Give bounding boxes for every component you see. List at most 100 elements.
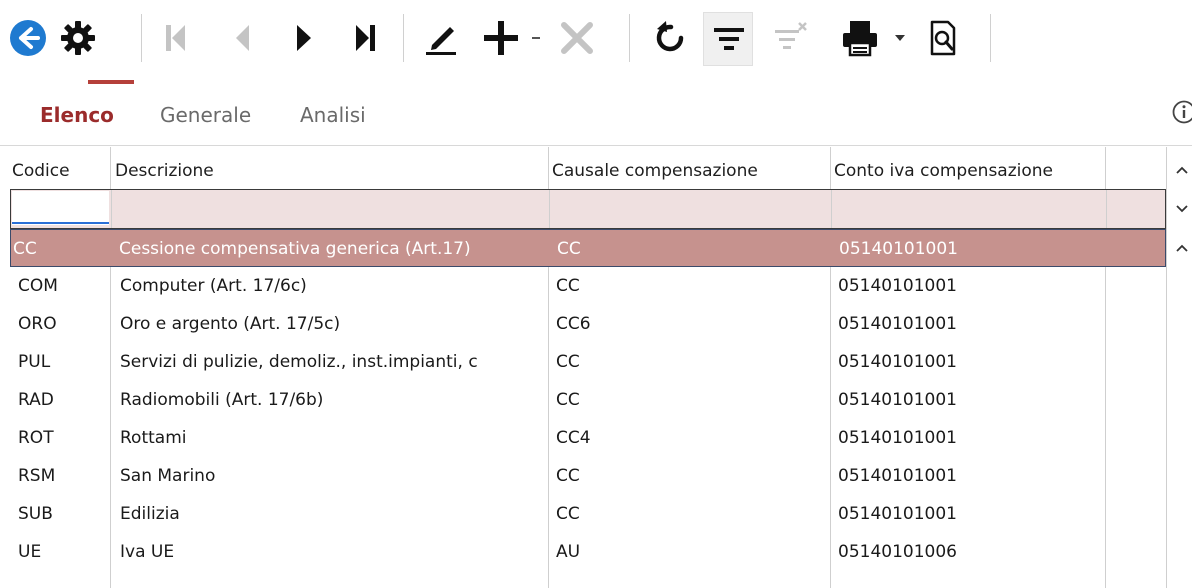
back-icon xyxy=(10,20,46,56)
cell-descrizione: Radiomobili (Art. 17/6b) xyxy=(120,390,324,410)
column-divider xyxy=(111,190,112,228)
add-dropdown-button[interactable] xyxy=(528,14,544,62)
cell-causale: CC xyxy=(556,466,580,486)
sort-up-icon[interactable] xyxy=(1172,159,1192,181)
cell-conto: 05140101001 xyxy=(838,314,957,334)
table-row[interactable]: RSM San Marino CC 05140101001 xyxy=(10,457,1166,495)
cell-codice: CC xyxy=(13,239,37,259)
cell-descrizione: Iva UE xyxy=(120,542,175,562)
refresh-button[interactable] xyxy=(648,14,694,62)
cell-codice: UE xyxy=(18,542,42,562)
toolbar-separator xyxy=(629,14,630,62)
tab-elenco[interactable]: Elenco xyxy=(40,103,114,127)
add-dropdown-icon xyxy=(532,37,540,39)
scroll-up-icon[interactable] xyxy=(1172,237,1192,259)
filter-button[interactable] xyxy=(706,14,752,62)
column-header-descrizione[interactable]: Descrizione xyxy=(115,161,214,181)
cell-codice: COM xyxy=(18,276,58,296)
cell-codice: RAD xyxy=(18,390,54,410)
cell-causale: AU xyxy=(556,542,581,562)
clear-filter-button[interactable] xyxy=(768,14,814,62)
first-record-button[interactable] xyxy=(156,14,196,62)
filter-input-cursor xyxy=(12,222,109,224)
cell-codice: ORO xyxy=(18,314,57,334)
cell-conto: 05140101001 xyxy=(839,239,958,259)
column-header-causale-compensazione[interactable]: Causale compensazione xyxy=(552,161,758,181)
toolbar xyxy=(0,0,1192,84)
cell-conto: 05140101001 xyxy=(838,428,957,448)
table-row[interactable]: ORO Oro e argento (Art. 17/5c) CC6 05140… xyxy=(10,305,1166,343)
print-button[interactable] xyxy=(836,14,884,62)
data-grid: Codice Descrizione Causale compensazione… xyxy=(0,147,1192,588)
cell-causale: CC xyxy=(557,239,581,259)
edit-icon xyxy=(426,27,456,55)
cell-causale: CC xyxy=(556,352,580,372)
cell-conto: 05140101001 xyxy=(838,504,957,524)
filter-codice-input[interactable] xyxy=(12,191,109,225)
next-record-button[interactable] xyxy=(284,14,324,62)
settings-button[interactable] xyxy=(56,14,100,62)
cell-descrizione: Cessione compensativa generica (Art.17) xyxy=(119,239,471,259)
next-record-icon xyxy=(297,25,311,51)
cell-codice: PUL xyxy=(18,352,51,372)
print-icon xyxy=(843,21,877,57)
previous-record-icon xyxy=(236,25,249,51)
tab-generale[interactable]: Generale xyxy=(160,103,251,127)
cell-conto: 05140101001 xyxy=(838,352,957,372)
filter-icon xyxy=(714,28,744,50)
print-dropdown-icon xyxy=(895,35,905,41)
delete-button[interactable] xyxy=(554,14,600,62)
cell-descrizione: San Marino xyxy=(120,466,216,486)
cell-descrizione: Servizi di pulizie, demoliz., inst.impia… xyxy=(120,352,478,372)
sort-down-icon[interactable] xyxy=(1172,197,1192,219)
table-row[interactable]: UE Iva UE AU 05140101006 xyxy=(10,533,1166,571)
tab-bar: Elenco Generale Analisi xyxy=(0,84,1192,146)
column-header-codice[interactable]: Codice xyxy=(12,161,70,181)
table-row[interactable]: ROT Rottami CC4 05140101001 xyxy=(10,419,1166,457)
table-row[interactable]: PUL Servizi di pulizie, demoliz., inst.i… xyxy=(10,343,1166,381)
clear-filter-icon xyxy=(775,22,807,49)
print-preview-button[interactable] xyxy=(920,14,966,62)
cell-codice: SUB xyxy=(18,504,53,524)
cell-causale: CC xyxy=(556,504,580,524)
toolbar-separator xyxy=(403,14,404,62)
last-record-icon xyxy=(356,25,375,51)
cell-descrizione: Computer (Art. 17/6c) xyxy=(120,276,307,296)
cell-codice: ROT xyxy=(18,428,54,448)
column-divider xyxy=(1166,147,1167,588)
toolbar-separator xyxy=(141,14,142,62)
delete-icon xyxy=(561,22,593,54)
print-dropdown-button[interactable] xyxy=(892,14,908,62)
filter-conto-input[interactable] xyxy=(833,190,1106,228)
cell-conto: 05140101006 xyxy=(838,542,957,562)
column-divider xyxy=(831,190,832,228)
table-row[interactable]: COM Computer (Art. 17/6c) CC 05140101001 xyxy=(10,267,1166,305)
column-header-conto-iva-compensazione[interactable]: Conto iva compensazione xyxy=(834,161,1053,181)
filter-causale-input[interactable] xyxy=(551,190,831,228)
filter-row xyxy=(10,189,1166,229)
cell-causale: CC xyxy=(556,276,580,296)
cell-codice: RSM xyxy=(18,466,56,486)
tab-analisi[interactable]: Analisi xyxy=(300,103,366,127)
gear-icon xyxy=(61,21,95,55)
cell-conto: 05140101001 xyxy=(838,276,957,296)
previous-record-button[interactable] xyxy=(222,14,262,62)
last-record-button[interactable] xyxy=(346,14,386,62)
table-row[interactable]: CC Cessione compensativa generica (Art.1… xyxy=(10,229,1166,267)
column-divider xyxy=(1106,190,1107,228)
column-divider xyxy=(549,190,550,228)
cell-causale: CC xyxy=(556,390,580,410)
edit-button[interactable] xyxy=(418,14,464,62)
add-button[interactable] xyxy=(478,14,524,62)
toolbar-separator xyxy=(990,14,991,62)
cell-conto: 05140101001 xyxy=(838,466,957,486)
table-row[interactable]: SUB Edilizia CC 05140101001 xyxy=(10,495,1166,533)
print-preview-icon xyxy=(930,20,956,56)
table-row[interactable]: RAD Radiomobili (Art. 17/6b) CC 05140101… xyxy=(10,381,1166,419)
cell-conto: 05140101001 xyxy=(838,390,957,410)
cell-descrizione: Oro e argento (Art. 17/5c) xyxy=(120,314,341,334)
refresh-icon xyxy=(656,21,684,52)
back-button[interactable] xyxy=(6,14,50,62)
filter-descrizione-input[interactable] xyxy=(113,190,549,228)
info-icon[interactable] xyxy=(1172,100,1192,124)
